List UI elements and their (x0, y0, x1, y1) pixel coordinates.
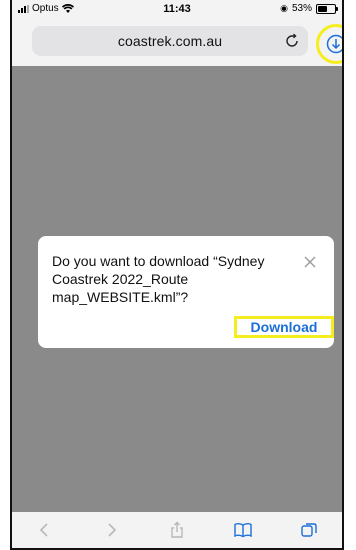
share-button[interactable] (144, 512, 210, 548)
dialog-message: Do you want to download “Sydney Coastrek… (52, 253, 265, 305)
battery-percent: 53% (291, 3, 312, 14)
downloads-button[interactable] (316, 24, 342, 64)
tabs-button[interactable] (276, 512, 342, 548)
forward-button[interactable] (78, 512, 144, 548)
book-icon (234, 523, 252, 538)
address-bar[interactable]: coastrek.com.au (32, 26, 308, 56)
page-content-overlay: Do you want to download “Sydney Coastrek… (12, 66, 342, 514)
battery-icon (316, 3, 338, 14)
download-button[interactable]: Download (234, 316, 334, 338)
alarm-icon: ◉ (280, 3, 288, 13)
status-right: ◉ 53% (280, 3, 338, 14)
download-dialog: Do you want to download “Sydney Coastrek… (38, 236, 334, 348)
bottom-toolbar (12, 512, 342, 548)
bookmarks-button[interactable] (210, 512, 276, 548)
back-button[interactable] (12, 512, 78, 548)
chevron-right-icon (108, 523, 117, 537)
status-bar: Optus 11:43 ◉ 53% (12, 0, 342, 20)
download-circle-icon (326, 34, 342, 54)
tabs-icon (301, 523, 317, 537)
close-icon[interactable] (304, 256, 316, 268)
share-icon (171, 521, 183, 538)
url-text[interactable]: coastrek.com.au (32, 33, 308, 49)
phone-screen: Optus 11:43 ◉ 53% coastrek.com.au Do you… (10, 0, 344, 550)
reload-icon[interactable] (284, 33, 300, 49)
chevron-left-icon (39, 523, 48, 537)
